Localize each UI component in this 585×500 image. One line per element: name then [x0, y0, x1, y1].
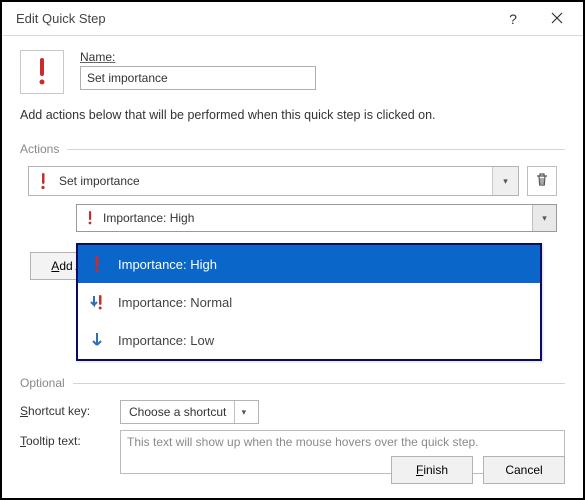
- importance-normal-icon: [88, 293, 106, 311]
- action-row: Set importance ▾: [28, 166, 557, 196]
- divider: [67, 149, 565, 150]
- finish-button[interactable]: Finish: [391, 456, 473, 484]
- help-icon: ?: [509, 11, 517, 27]
- importance-combo[interactable]: Importance: High ▾: [76, 204, 557, 232]
- help-button[interactable]: ?: [491, 4, 535, 34]
- dropdown-item-0[interactable]: Importance: High: [78, 245, 540, 283]
- action-combo-label: Set importance: [57, 174, 492, 188]
- actions-section-header: Actions: [20, 142, 565, 156]
- optional-section-header: Optional: [20, 376, 565, 390]
- dropdown-item-2[interactable]: Importance: Low: [78, 321, 540, 359]
- shortcut-select[interactable]: Choose a shortcut ▾: [120, 400, 259, 424]
- dialog-title: Edit Quick Step: [16, 11, 491, 26]
- chevron-down-icon: ▾: [492, 167, 518, 195]
- shortcut-label: Shortcut key:: [20, 400, 120, 418]
- cancel-button[interactable]: Cancel: [483, 456, 565, 484]
- importance-dropdown[interactable]: Importance: High Importance: Normal Import…: [76, 243, 542, 361]
- importance-high-icon: [77, 210, 103, 226]
- actions-label: Actions: [20, 142, 59, 156]
- name-label: Name:: [80, 50, 565, 64]
- instruction-text: Add actions below that will be performed…: [20, 108, 565, 122]
- dialog-footer: Finish Cancel: [391, 456, 565, 484]
- importance-low-icon: [88, 331, 106, 349]
- dialog-body: Name: Add actions below that will be per…: [2, 36, 583, 494]
- quickstep-icon-button[interactable]: [20, 50, 64, 94]
- delete-action-button[interactable]: [527, 166, 557, 196]
- close-button[interactable]: [535, 4, 579, 34]
- close-icon: [551, 11, 563, 27]
- chevron-down-icon: ▾: [234, 401, 252, 423]
- shortcut-row: Shortcut key: Choose a shortcut ▾: [20, 400, 565, 424]
- importance-high-icon: [29, 172, 57, 190]
- name-input[interactable]: [80, 66, 316, 90]
- importance-combo-label: Importance: High: [103, 211, 532, 225]
- importance-high-icon: [35, 56, 49, 89]
- dropdown-item-label: Importance: High: [118, 257, 217, 272]
- tooltip-label: Tooltip text:: [20, 430, 120, 448]
- action-combo[interactable]: Set importance ▾: [28, 166, 519, 196]
- dropdown-item-label: Importance: Low: [118, 333, 214, 348]
- dropdown-item-label: Importance: Normal: [118, 295, 232, 310]
- chevron-down-icon: ▾: [532, 205, 556, 231]
- titlebar: Edit Quick Step ?: [2, 2, 583, 36]
- divider: [73, 383, 565, 384]
- optional-label: Optional: [20, 376, 65, 390]
- tooltip-placeholder: This text will show up when the mouse ho…: [127, 435, 479, 449]
- importance-high-icon: [88, 255, 106, 273]
- dropdown-item-1[interactable]: Importance: Normal: [78, 283, 540, 321]
- trash-icon: [534, 172, 550, 191]
- header-row: Name:: [20, 50, 565, 94]
- shortcut-value: Choose a shortcut: [129, 405, 226, 419]
